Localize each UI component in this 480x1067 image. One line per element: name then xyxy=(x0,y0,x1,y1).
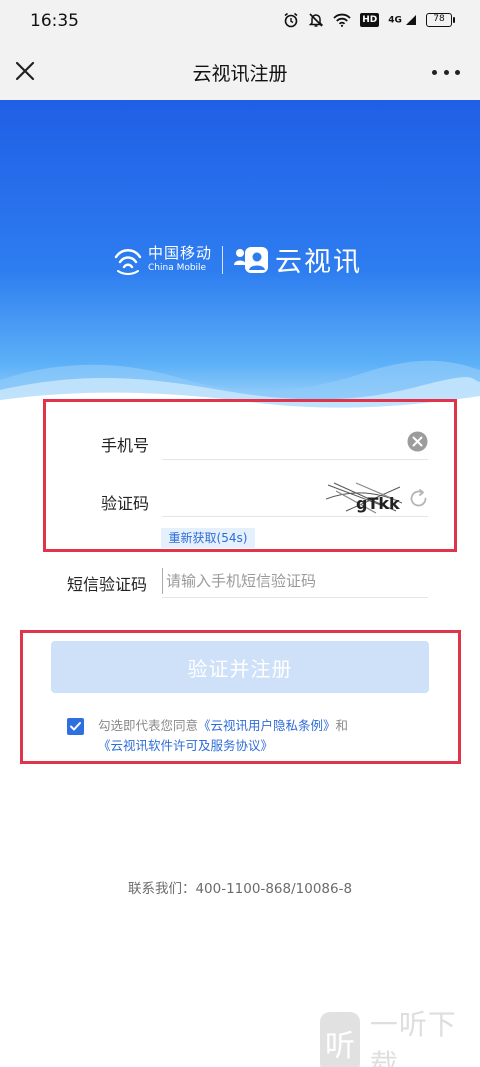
nav-bar: 云视讯注册 xyxy=(0,44,480,100)
sms-code-input[interactable] xyxy=(162,568,428,594)
logo-divider xyxy=(222,245,224,274)
sms-code-underline xyxy=(162,597,428,598)
china-mobile-wordmark: 中国移动 China Mobile xyxy=(148,246,212,273)
page-title: 云视讯注册 xyxy=(192,63,288,85)
hd-icon: HD xyxy=(360,13,380,27)
battery-icon: 78 xyxy=(426,13,455,27)
highlight-frame-inputs xyxy=(43,399,457,552)
brand-logo-row: 中国移动 China Mobile 云视讯 xyxy=(112,240,362,279)
product-name: 云视讯 xyxy=(275,247,363,278)
brand-cn: 中国移动 xyxy=(148,244,213,262)
more-icon[interactable] xyxy=(432,60,460,84)
wifi-icon xyxy=(333,13,351,27)
signal-4g-label: 4G xyxy=(388,15,402,26)
contact-info: 联系我们：400-1100-868/10086-8 xyxy=(127,881,353,897)
signal-4g-icon: 4G xyxy=(388,14,417,26)
close-icon[interactable] xyxy=(12,58,38,84)
watermark: 听 一听下载 xyxy=(320,1003,480,1067)
more-dot xyxy=(432,69,437,75)
status-icons: HD 4G 78 xyxy=(283,12,455,28)
status-time: 16:35 xyxy=(30,11,79,31)
battery-level: 78 xyxy=(433,14,445,24)
highlight-frame-submit xyxy=(20,630,461,764)
brand-en: China Mobile xyxy=(148,263,207,273)
alarm-icon xyxy=(284,12,298,28)
more-dot xyxy=(455,69,460,75)
china-mobile-logo-icon xyxy=(114,248,142,275)
sms-code-label: 短信验证码 xyxy=(67,575,148,594)
watermark-text: 一听下载 xyxy=(369,1008,457,1067)
status-bar: 16:35 HD 4G 78 xyxy=(0,0,480,44)
yunshixun-logo-icon xyxy=(234,246,269,273)
banner: 中国移动 China Mobile 云视讯 xyxy=(0,100,480,410)
more-dot xyxy=(443,69,449,75)
watermark-badge: 听 xyxy=(320,1012,360,1067)
mute-icon xyxy=(308,13,324,27)
